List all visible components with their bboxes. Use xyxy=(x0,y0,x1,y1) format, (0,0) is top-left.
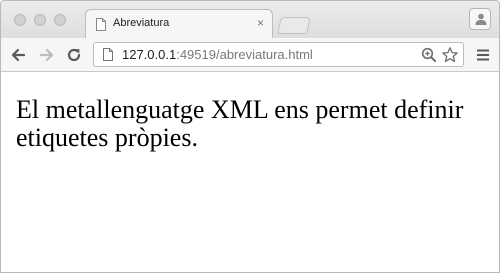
browser-window: Abreviatura × 127.0.0.1:49519/abreviatur… xyxy=(0,0,500,273)
minimize-window-icon[interactable] xyxy=(34,14,46,26)
reload-icon[interactable] xyxy=(64,45,84,65)
star-icon[interactable] xyxy=(441,46,459,64)
url-host: 127.0.0.1 xyxy=(122,47,177,62)
page-paragraph: El metallenguatge XML ens permet definir… xyxy=(16,95,464,152)
hamburger-menu-icon[interactable] xyxy=(476,48,490,62)
forward-arrow-icon[interactable] xyxy=(37,45,57,65)
new-tab-button[interactable] xyxy=(277,17,311,34)
zoom-icon[interactable] xyxy=(421,47,437,63)
page-icon xyxy=(96,18,106,31)
page-info-icon[interactable] xyxy=(103,48,113,61)
back-arrow-icon[interactable] xyxy=(8,45,28,65)
person-icon xyxy=(475,13,487,25)
close-window-icon[interactable] xyxy=(14,14,26,26)
tab-abreviatura[interactable]: Abreviatura × xyxy=(85,9,273,39)
zoom-window-icon[interactable] xyxy=(54,14,66,26)
url-path: :49519/abreviatura.html xyxy=(176,47,313,62)
url-text[interactable]: 127.0.0.1:49519/abreviatura.html xyxy=(122,47,313,62)
profile-button[interactable] xyxy=(469,8,491,30)
address-bar[interactable]: 127.0.0.1:49519/abreviatura.html xyxy=(93,42,464,67)
tab-strip: Abreviatura × xyxy=(1,1,499,39)
tab-close-icon[interactable]: × xyxy=(257,16,264,30)
toolbar: 127.0.0.1:49519/abreviatura.html xyxy=(1,38,499,72)
tab-title: Abreviatura xyxy=(113,17,170,29)
page-content: El metallenguatge XML ens permet definir… xyxy=(1,72,499,272)
